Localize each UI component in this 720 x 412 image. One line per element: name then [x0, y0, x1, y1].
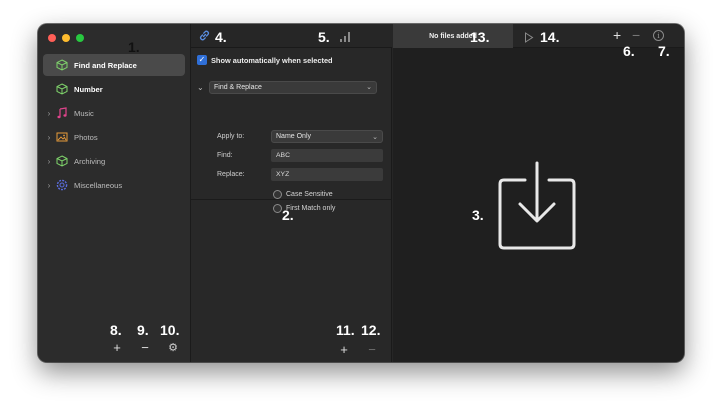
callout-10: 10. — [160, 322, 180, 338]
sidebar: Find and Replace Number › Music › Photos… — [38, 24, 191, 362]
apply-to-value: Name Only — [276, 133, 312, 140]
chevron-right-icon[interactable]: › — [43, 133, 55, 142]
callout-9: 9. — [137, 322, 149, 338]
action-editor-panel: ✓ Show automatically when selected ⌄ Fin… — [191, 24, 392, 362]
play-icon[interactable] — [524, 30, 534, 43]
chevron-down-icon: ⌄ — [372, 133, 378, 141]
action-type-select[interactable]: Find & Replace ⌄ — [209, 80, 377, 94]
close-window-button[interactable] — [48, 34, 56, 42]
settings-gear-button[interactable]: ⚙ — [166, 340, 180, 357]
files-toolbar: No files added + − i — [393, 24, 684, 48]
callout-11: 11. — [336, 322, 355, 338]
callout-8: 8. — [110, 322, 122, 338]
chevron-right-icon[interactable]: › — [43, 109, 55, 118]
callout-2: 2. — [282, 207, 294, 223]
show-automatically-option[interactable]: ✓ Show automatically when selected — [197, 55, 333, 65]
traffic-lights — [48, 34, 84, 42]
sidebar-item-label: Archiving — [74, 156, 106, 166]
case-sensitive-label: Case Sensitive — [286, 191, 333, 198]
add-condition-button[interactable]: + — [337, 342, 351, 357]
sidebar-item-label: Miscellaneous — [74, 180, 123, 190]
apply-to-label: Apply to: — [217, 133, 245, 140]
gear-icon — [55, 179, 68, 192]
callout-13: 13. — [470, 29, 490, 45]
callout-4: 4. — [215, 29, 227, 45]
case-sensitive-radio[interactable] — [273, 190, 282, 199]
minimize-window-button[interactable] — [62, 34, 70, 42]
callout-5: 5. — [318, 29, 330, 45]
action-row: ⌄ Find & Replace ⌄ — [197, 79, 383, 95]
chevron-down-icon[interactable]: ⌄ — [197, 83, 209, 92]
music-note-icon — [55, 107, 68, 120]
case-sensitive-option[interactable]: Case Sensitive — [273, 190, 333, 199]
sidebar-item-photos[interactable]: › Photos — [43, 126, 185, 148]
cube-icon — [55, 59, 68, 72]
callout-3: 3. — [472, 207, 484, 223]
add-action-button[interactable]: + — [110, 340, 124, 357]
sidebar-item-find-replace[interactable]: Find and Replace — [43, 54, 185, 76]
cube-icon — [55, 83, 68, 96]
find-field[interactable]: ABC — [271, 149, 383, 162]
sidebar-item-archiving[interactable]: › Archiving — [43, 150, 185, 172]
callout-6: 6. — [623, 43, 635, 59]
zoom-window-button[interactable] — [76, 34, 84, 42]
apply-to-select[interactable]: Name Only ⌄ — [271, 130, 383, 143]
app-window: Find and Replace Number › Music › Photos… — [38, 24, 684, 362]
sidebar-bottom-bar: + − ⚙ — [110, 340, 180, 357]
callout-7: 7. — [658, 43, 670, 59]
show-automatically-label: Show automatically when selected — [211, 55, 333, 65]
sidebar-item-miscellaneous[interactable]: › Miscellaneous — [43, 174, 185, 196]
editor-bottom-bar: + − — [337, 342, 379, 357]
replace-label: Replace: — [217, 171, 245, 178]
remove-files-button[interactable]: − — [632, 27, 640, 43]
drop-files-icon[interactable] — [498, 160, 576, 250]
statistics-icon[interactable] — [339, 30, 353, 48]
chevron-right-icon[interactable]: › — [43, 181, 55, 190]
sidebar-item-label: Number — [74, 84, 103, 94]
sidebar-item-label: Photos — [74, 132, 98, 142]
action-type-value: Find & Replace — [214, 83, 262, 91]
sidebar-item-number[interactable]: Number — [43, 78, 185, 100]
link-icon[interactable] — [198, 29, 211, 47]
sidebar-item-label: Music — [74, 108, 94, 118]
replace-field[interactable]: XYZ — [271, 168, 383, 181]
files-status: No files added — [393, 24, 513, 48]
show-automatically-checkbox[interactable]: ✓ — [197, 55, 207, 65]
sidebar-item-music[interactable]: › Music — [43, 102, 185, 124]
remove-action-button[interactable]: − — [138, 340, 152, 357]
divider — [191, 199, 392, 200]
callout-1: 1. — [128, 39, 140, 55]
find-label: Find: — [217, 152, 233, 159]
cube-icon — [55, 155, 68, 168]
files-drop-panel: No files added + − i — [393, 24, 684, 362]
chevron-down-icon: ⌄ — [366, 84, 372, 91]
sidebar-item-label: Find and Replace — [74, 60, 137, 70]
callout-14: 14. — [540, 29, 560, 45]
first-match-radio[interactable] — [273, 204, 282, 213]
add-files-button[interactable]: + — [613, 27, 621, 43]
chevron-right-icon[interactable]: › — [43, 157, 55, 166]
info-icon[interactable]: i — [653, 30, 664, 41]
remove-condition-button[interactable]: − — [365, 342, 379, 357]
callout-12: 12. — [361, 322, 381, 338]
photo-icon — [55, 131, 68, 144]
